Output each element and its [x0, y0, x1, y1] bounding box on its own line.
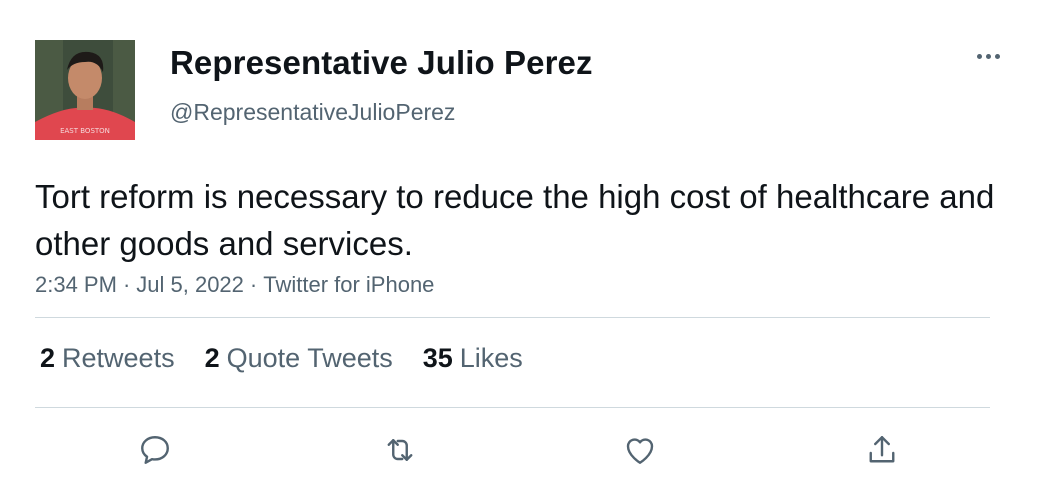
meta-separator: ·	[249, 272, 258, 297]
meta-separator: ·	[122, 272, 131, 297]
display-name[interactable]: Representative Julio Perez	[170, 44, 593, 82]
likes-label: Likes	[459, 343, 523, 373]
tweet-date[interactable]: Jul 5, 2022	[136, 272, 244, 297]
avatar-image: EAST BOSTON	[35, 40, 135, 140]
more-icon[interactable]	[970, 42, 1006, 70]
share-icon[interactable]	[862, 430, 902, 470]
quote-tweets-stat[interactable]: 2 Quote Tweets	[205, 343, 393, 374]
retweet-icon[interactable]	[380, 430, 420, 470]
tweet-source[interactable]: Twitter for iPhone	[263, 272, 434, 297]
tweet-card: EAST BOSTON Representative Julio Perez @…	[0, 0, 1050, 480]
tweet-text: Tort reform is necessary to reduce the h…	[35, 178, 995, 262]
tweet-meta: 2:34 PM · Jul 5, 2022 · Twitter for iPhone	[35, 272, 434, 298]
like-icon[interactable]	[620, 430, 660, 470]
divider	[35, 407, 990, 408]
tweet-stats: 2 Retweets 2 Quote Tweets 35 Likes	[40, 343, 553, 374]
reply-icon[interactable]	[135, 430, 175, 470]
divider	[35, 317, 990, 318]
likes-count: 35	[422, 343, 453, 373]
tweet-time[interactable]: 2:34 PM	[35, 272, 117, 297]
retweets-label: Retweets	[62, 343, 175, 373]
likes-stat[interactable]: 35 Likes	[423, 343, 523, 374]
retweets-stat[interactable]: 2 Retweets	[40, 343, 175, 374]
quote-tweets-label: Quote Tweets	[226, 343, 393, 373]
shirt-text: EAST BOSTON	[60, 127, 110, 135]
avatar[interactable]: EAST BOSTON	[35, 40, 135, 140]
retweets-count: 2	[40, 343, 56, 373]
quote-tweets-count: 2	[204, 343, 220, 373]
user-handle[interactable]: @RepresentativeJulioPerez	[170, 99, 455, 126]
